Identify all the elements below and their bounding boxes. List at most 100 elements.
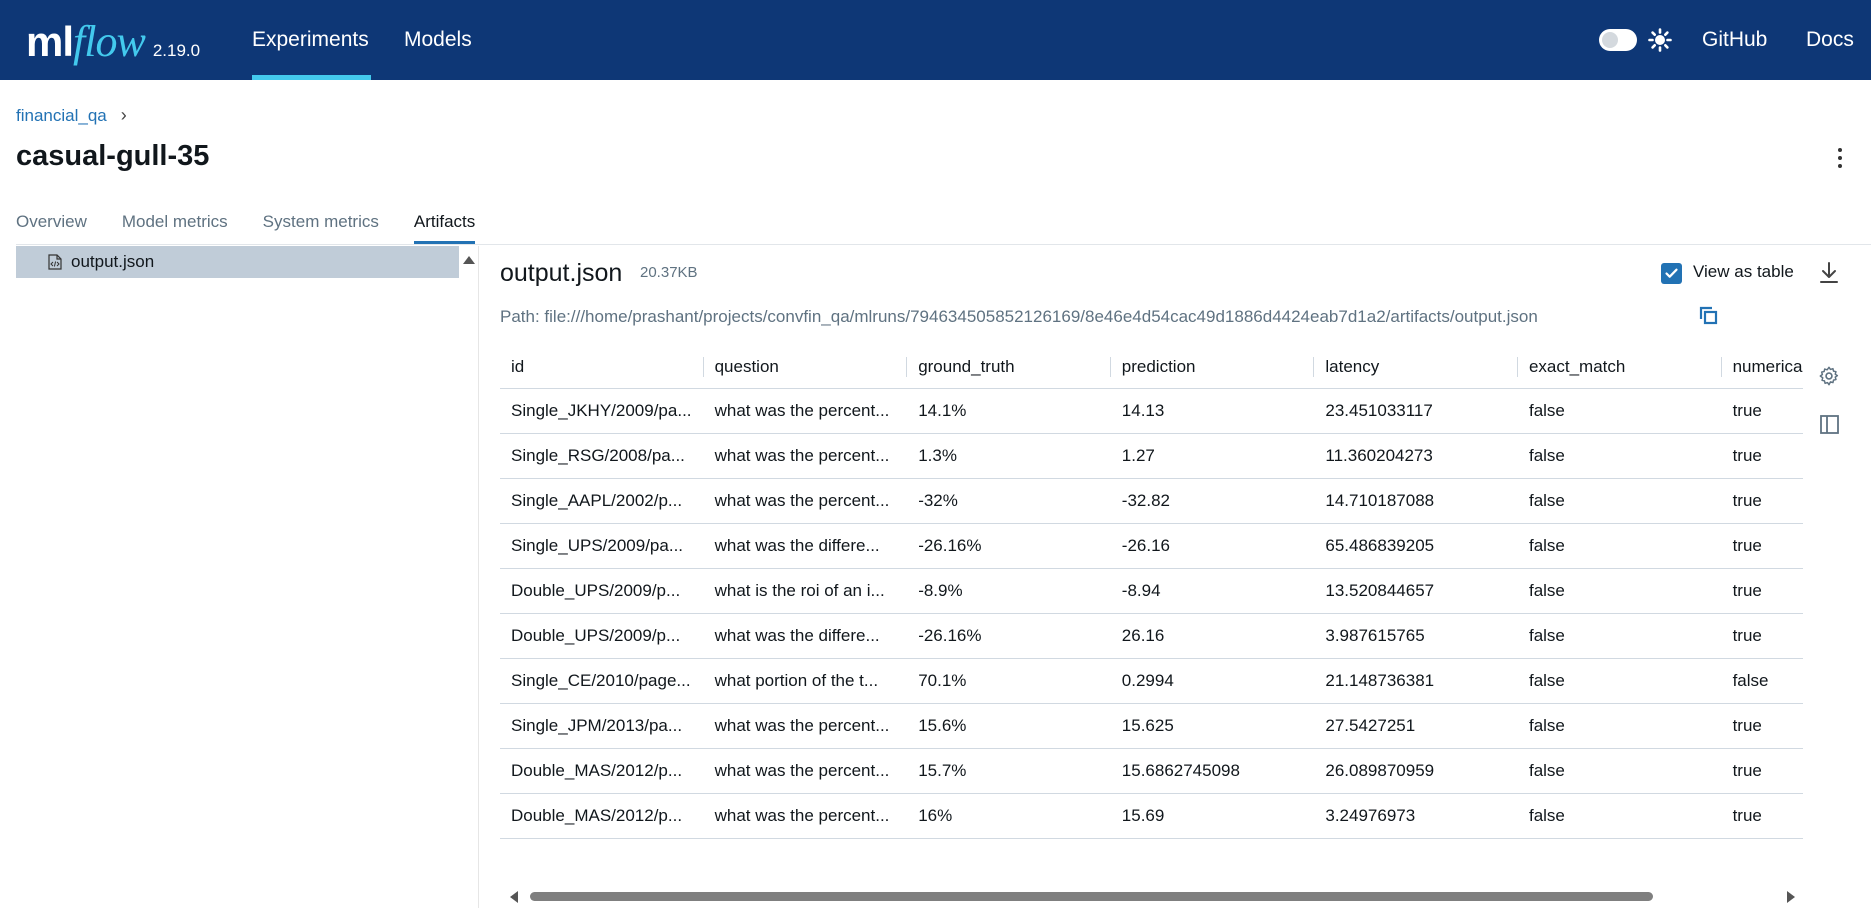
tab-model-metrics[interactable]: Model metrics	[122, 212, 228, 245]
table-cell: what was the percent...	[703, 793, 908, 839]
view-as-table-checkbox[interactable]	[1661, 263, 1682, 284]
nav-experiments[interactable]: Experiments	[252, 0, 369, 80]
table-cell: what was the percent...	[703, 748, 908, 794]
table-cell: true	[1721, 748, 1803, 794]
scroll-left-arrow-icon[interactable]	[510, 891, 518, 903]
active-nav-indicator	[252, 75, 371, 80]
tree-scrollbar[interactable]	[459, 246, 479, 908]
table-row[interactable]: Single_JKHY/2009/pa... what was the perce…	[500, 388, 1803, 434]
toggle-knob	[1602, 32, 1618, 48]
table-cell: what was the percent...	[703, 703, 908, 749]
table-row[interactable]: Single_CE/2010/page... what portion of th…	[500, 658, 1803, 704]
chevron-right-icon: ›	[120, 105, 127, 125]
table-cell: false	[1517, 748, 1722, 794]
table-cell: what was the differe...	[703, 613, 908, 659]
artifact-table: id question ground_truth prediction late…	[500, 345, 1803, 845]
table-cell: Single_HIG/2004/pag...	[500, 838, 704, 845]
horizontal-scrollbar[interactable]	[505, 888, 1800, 904]
run-tabs: Overview Model metrics System metrics Ar…	[16, 212, 510, 245]
table-cell: true	[1721, 388, 1803, 434]
table-row[interactable]: Double_UPS/2009/p... what is the roi of a…	[500, 568, 1803, 614]
docs-link[interactable]: Docs	[1806, 0, 1854, 80]
table-cell: 30.786176603	[1314, 838, 1518, 845]
table-row[interactable]: Double_MAS/2012/p... what was the percent…	[500, 748, 1803, 794]
table-cell: 22.99%	[907, 838, 1111, 845]
more-options-icon[interactable]	[1830, 144, 1850, 172]
file-tree-item[interactable]: output.json	[16, 246, 459, 278]
column-header-id[interactable]: id	[500, 345, 704, 389]
scroll-up-arrow-icon[interactable]	[463, 256, 475, 264]
table-cell: true	[1721, 523, 1803, 569]
table-cell: Single_JKHY/2009/pa...	[500, 388, 704, 434]
github-link[interactable]: GitHub	[1702, 0, 1767, 80]
table-cell: false	[1517, 793, 1722, 839]
column-header-label: numerica	[1732, 356, 1803, 376]
table-cell: 1.3%	[907, 433, 1111, 479]
table-cell: what is the roi of an i...	[703, 568, 908, 614]
table-cell: 70.1%	[907, 658, 1111, 704]
table-cell: 1.27	[1110, 433, 1315, 479]
side-panel-icon[interactable]	[1820, 415, 1839, 434]
column-header-latency[interactable]: latency	[1314, 345, 1518, 389]
scroll-right-arrow-icon[interactable]	[1787, 891, 1795, 903]
table-row[interactable]: Single_HIG/2004/pag...what portion of to…	[500, 838, 1803, 845]
table-cell: 16%	[907, 793, 1111, 839]
table-cell: false	[1517, 523, 1722, 569]
table-cell: 15.625	[1110, 703, 1315, 749]
column-header-question[interactable]: question	[703, 345, 908, 389]
table-cell: 65.486839205	[1314, 523, 1518, 569]
table-cell: -32%	[907, 478, 1111, 524]
column-header-ground-truth[interactable]: ground_truth	[907, 345, 1111, 389]
table-cell: 3.987615765	[1314, 613, 1518, 659]
column-header-exact-match[interactable]: exact_match	[1517, 345, 1722, 389]
view-as-table-label[interactable]: View as table	[1693, 262, 1794, 282]
column-header-label: exact_match	[1528, 356, 1626, 376]
download-icon[interactable]	[1818, 261, 1840, 285]
table-cell: true	[1721, 838, 1803, 845]
table-cell: what was the percent...	[703, 478, 908, 524]
table-row[interactable]: Double_MAS/2012/p... what was the percent…	[500, 793, 1803, 839]
json-file-icon	[48, 254, 62, 270]
sun-icon	[1648, 28, 1672, 52]
tab-overview[interactable]: Overview	[16, 212, 87, 245]
file-tree-item-label: output.json	[71, 252, 155, 271]
table-cell: true	[1721, 478, 1803, 524]
table-cell: what portion of total ...	[703, 838, 908, 845]
column-header-prediction[interactable]: prediction	[1110, 345, 1315, 389]
column-header-numerical[interactable]: numerica	[1721, 345, 1803, 389]
dark-mode-toggle[interactable]	[1599, 29, 1637, 51]
mlflow-logo[interactable]: ml flow 2.19.0	[26, 16, 200, 66]
column-header-label: id	[511, 356, 525, 376]
tab-artifacts[interactable]: Artifacts	[413, 212, 476, 245]
table-row[interactable]: Single_UPS/2009/pa... what was the differ…	[500, 523, 1803, 569]
table-cell: true	[1721, 433, 1803, 479]
table-cell: Double_UPS/2009/p...	[500, 613, 704, 659]
nav-models[interactable]: Models	[404, 0, 472, 80]
gear-icon[interactable]	[1818, 365, 1840, 387]
column-header-label: ground_truth	[918, 356, 1015, 376]
table-cell: -26.16	[1110, 523, 1315, 569]
table-cell: Single_RSG/2008/pa...	[500, 433, 704, 479]
table-row[interactable]: Single_RSG/2008/pa... what was the percen…	[500, 433, 1803, 479]
artifact-file-name: output.json	[500, 259, 623, 287]
table-cell: 26.16	[1110, 613, 1315, 659]
table-cell: 26.089870959	[1314, 748, 1518, 794]
table-cell: Single_UPS/2009/pa...	[500, 523, 704, 569]
table-cell: false	[1517, 388, 1722, 434]
table-cell: 15.69	[1110, 793, 1315, 839]
table-cell: what was the differe...	[703, 523, 908, 569]
table-cell: false	[1517, 433, 1722, 479]
table-cell: 15.7%	[907, 748, 1111, 794]
breadcrumb: financial_qa ›	[16, 105, 127, 126]
table-cell: -32.82	[1110, 478, 1315, 524]
artifact-file-size: 20.37KB	[640, 264, 698, 281]
table-row[interactable]: Single_JPM/2013/pa... what was the percen…	[500, 703, 1803, 749]
copy-icon[interactable]	[1698, 305, 1719, 326]
table-row[interactable]: Double_UPS/2009/p... what was the differe…	[500, 613, 1803, 659]
breadcrumb-experiment-link[interactable]: financial_qa	[16, 106, 107, 126]
table-cell: -8.9%	[907, 568, 1111, 614]
tab-system-metrics[interactable]: System metrics	[263, 212, 379, 245]
table-cell: 23.451033117	[1314, 388, 1518, 434]
scrollbar-thumb[interactable]	[530, 892, 1653, 901]
table-row[interactable]: Single_AAPL/2002/p... what was the percen…	[500, 478, 1803, 524]
